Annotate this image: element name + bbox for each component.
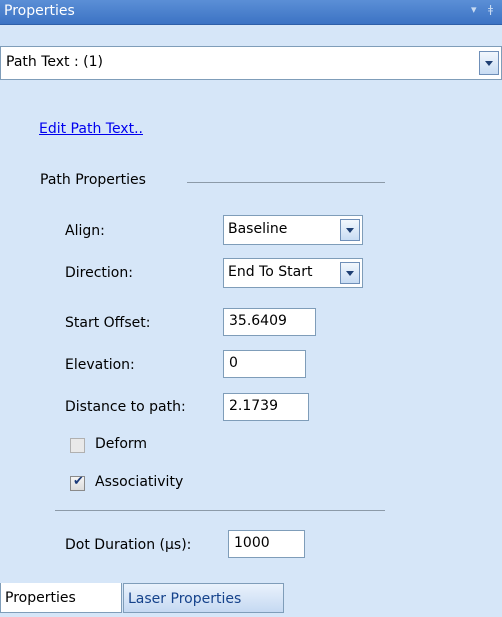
section-divider — [187, 182, 385, 183]
panel-title: Properties — [4, 3, 75, 19]
associativity-checkbox[interactable]: ✔ — [70, 474, 85, 491]
panel-title-bar: Properties ▾ ǂ — [0, 0, 502, 25]
dot-duration-label: Dot Duration (µs): — [65, 537, 192, 553]
elevation-label: Elevation: — [65, 357, 135, 373]
bottom-tab-strip: Properties Laser Properties — [0, 583, 502, 617]
align-dropdown-button[interactable] — [340, 219, 360, 241]
chevron-down-icon — [346, 227, 354, 233]
object-selector-dropdown-button[interactable] — [479, 51, 499, 75]
checkmark-icon: ✔ — [73, 474, 84, 489]
deform-checkbox[interactable] — [70, 438, 85, 453]
dropdown-arrow-icon[interactable]: ▾ — [471, 3, 477, 16]
path-properties-heading: Path Properties — [40, 172, 146, 188]
edit-path-text-link[interactable]: Edit Path Text.. — [39, 121, 143, 137]
object-selector[interactable]: Path Text : (1) — [0, 46, 502, 80]
distance-to-path-input[interactable]: 2.1739 — [223, 393, 309, 421]
distance-to-path-label: Distance to path: — [65, 399, 186, 415]
direction-dropdown-button[interactable] — [340, 262, 360, 284]
align-value: Baseline — [228, 221, 288, 237]
deform-label: Deform — [95, 436, 148, 452]
associativity-label: Associativity — [95, 474, 184, 490]
chevron-down-icon — [485, 60, 493, 66]
object-selector-value: Path Text : (1) — [6, 54, 103, 70]
direction-combobox[interactable]: End To Start — [223, 258, 363, 288]
align-label: Align: — [65, 223, 105, 239]
tab-properties[interactable]: Properties — [0, 583, 122, 613]
pin-icon[interactable]: ǂ — [488, 3, 493, 16]
properties-panel: Properties ▾ ǂ Path Text : (1) Edit Path… — [0, 0, 502, 617]
direction-label: Direction: — [65, 265, 133, 281]
dot-duration-input[interactable]: 1000 — [228, 530, 305, 558]
chevron-down-icon — [346, 270, 354, 276]
start-offset-label: Start Offset: — [65, 315, 151, 331]
elevation-input[interactable]: 0 — [223, 350, 306, 378]
section-divider — [55, 510, 385, 511]
tab-laser-properties[interactable]: Laser Properties — [123, 583, 284, 613]
start-offset-input[interactable]: 35.6409 — [223, 308, 316, 336]
direction-value: End To Start — [228, 264, 313, 280]
align-combobox[interactable]: Baseline — [223, 215, 363, 245]
